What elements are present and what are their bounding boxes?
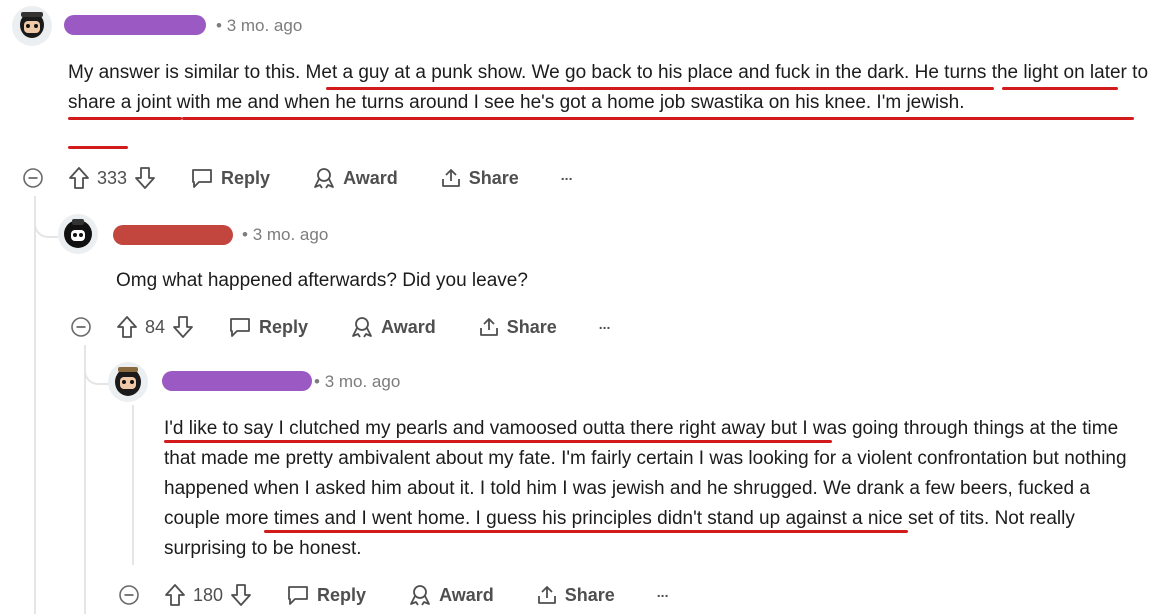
highlight-underline — [326, 87, 994, 90]
username-redacted — [162, 371, 312, 391]
timestamp: • 3 mo. ago — [314, 372, 401, 391]
vote-count: 333 — [97, 167, 128, 188]
share-button[interactable]: Share — [536, 584, 615, 606]
comment-actions: 333 Reply Award Share ... — [22, 166, 614, 190]
highlight-underline — [68, 146, 128, 149]
award-icon — [352, 317, 372, 338]
reply-icon — [230, 318, 250, 337]
more-options-button[interactable]: ... — [657, 584, 669, 600]
share-icon — [441, 169, 460, 187]
highlight-underline — [182, 117, 1134, 120]
avatar-icon — [108, 362, 148, 402]
comment-actions: 84 Reply Award Share ... — [70, 315, 652, 339]
comment-body: I'd like to say I clutched my pearls and… — [164, 418, 1127, 559]
collapse-icon[interactable] — [70, 316, 92, 338]
reply-icon — [192, 169, 212, 188]
reply-button[interactable]: Reply — [286, 584, 366, 606]
timestamp: • 3 mo. ago — [216, 16, 303, 35]
collapse-icon[interactable] — [22, 167, 44, 189]
highlight-underline — [68, 117, 182, 120]
reply-icon — [288, 586, 308, 605]
award-button[interactable]: Award — [350, 316, 436, 338]
username-redacted — [113, 225, 233, 245]
vote-count: 84 — [145, 316, 166, 337]
upvote-icon[interactable] — [116, 315, 138, 339]
thread-elbow — [84, 345, 110, 385]
thread-line[interactable] — [132, 405, 134, 565]
comment-actions: 180 Reply Award Share ... — [118, 583, 710, 607]
upvote-icon[interactable] — [68, 166, 90, 190]
comment-body: Omg what happened afterwards? Did you le… — [116, 270, 528, 291]
award-button[interactable]: Award — [312, 167, 398, 189]
thread-line[interactable] — [84, 345, 86, 614]
avatar[interactable] — [108, 362, 148, 402]
vote-count: 180 — [193, 584, 224, 605]
highlight-underline — [164, 440, 832, 443]
more-options-button[interactable]: ... — [561, 167, 573, 183]
reply-button[interactable]: Reply — [190, 167, 270, 189]
avatar[interactable] — [58, 214, 98, 254]
highlight-underline — [264, 530, 908, 533]
avatar-icon — [58, 214, 98, 254]
thread-line[interactable] — [34, 196, 36, 614]
downvote-icon[interactable] — [134, 166, 156, 190]
award-button[interactable]: Award — [408, 584, 494, 606]
award-icon — [410, 585, 430, 606]
share-icon — [479, 318, 498, 336]
avatar-icon — [12, 6, 52, 46]
thread-elbow — [34, 196, 58, 238]
collapse-icon[interactable] — [118, 584, 140, 606]
avatar[interactable] — [12, 6, 52, 46]
downvote-icon[interactable] — [230, 583, 252, 607]
share-icon — [537, 586, 556, 604]
reply-button[interactable]: Reply — [228, 316, 308, 338]
share-button[interactable]: Share — [478, 316, 557, 338]
downvote-icon[interactable] — [172, 315, 194, 339]
highlight-underline — [1002, 87, 1118, 90]
more-options-button[interactable]: ... — [599, 316, 611, 332]
share-button[interactable]: Share — [440, 167, 519, 189]
username-redacted — [64, 15, 206, 35]
upvote-icon[interactable] — [164, 583, 186, 607]
award-icon — [314, 168, 334, 189]
timestamp: • 3 mo. ago — [242, 225, 329, 244]
